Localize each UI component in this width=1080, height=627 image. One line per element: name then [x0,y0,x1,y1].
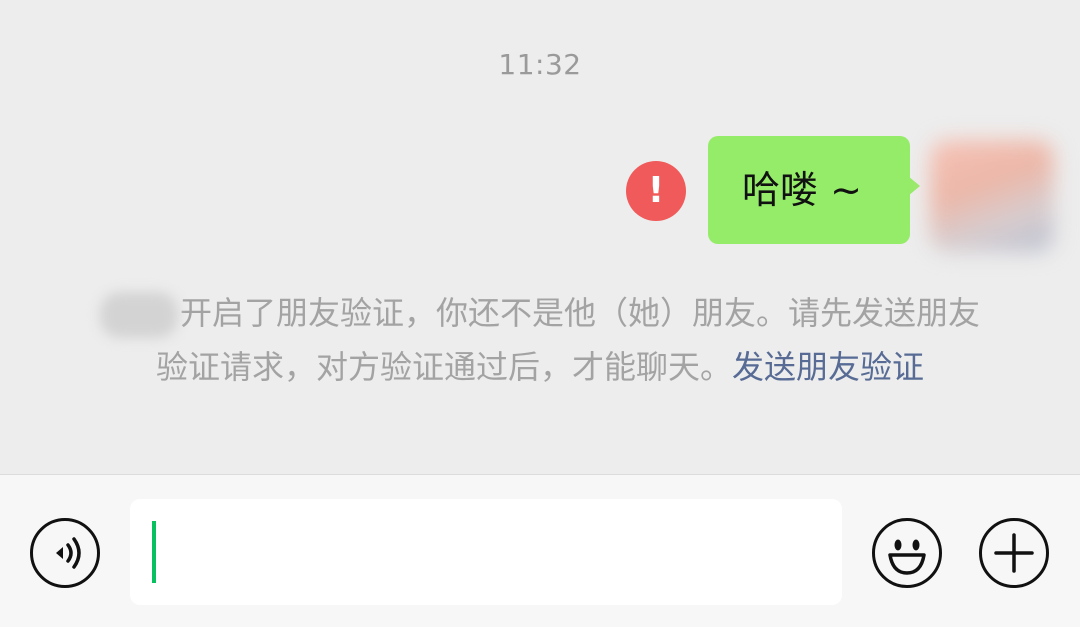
outgoing-message-row: ! 哈喽 ~ [0,136,1080,252]
message-bubble[interactable]: 哈喽 ~ [708,136,920,244]
input-bar [0,474,1080,627]
exclamation-icon[interactable]: ! [626,161,686,221]
blurred-contact-name [99,292,178,338]
avatar[interactable] [930,140,1054,252]
more-button[interactable] [979,518,1049,588]
chat-area: 11:32 ! 哈喽 ~ 开启了朋友验证，你还不是他（她）朋友。请先发送朋友验证… [0,0,1080,474]
voice-icon [56,537,81,569]
message-timestamp: 11:32 [498,48,582,81]
voice-button[interactable] [30,518,100,588]
text-caret [152,521,156,583]
emoji-button[interactable] [872,518,942,588]
emoji-icon [888,539,926,575]
plus-icon [994,533,1034,573]
message-input[interactable] [130,499,842,605]
send-verification-link[interactable]: 发送朋友验证 [732,348,924,386]
system-notice: 开启了朋友验证，你还不是他（她）朋友。请先发送朋友验证请求，对方验证通过后，才能… [90,286,990,394]
